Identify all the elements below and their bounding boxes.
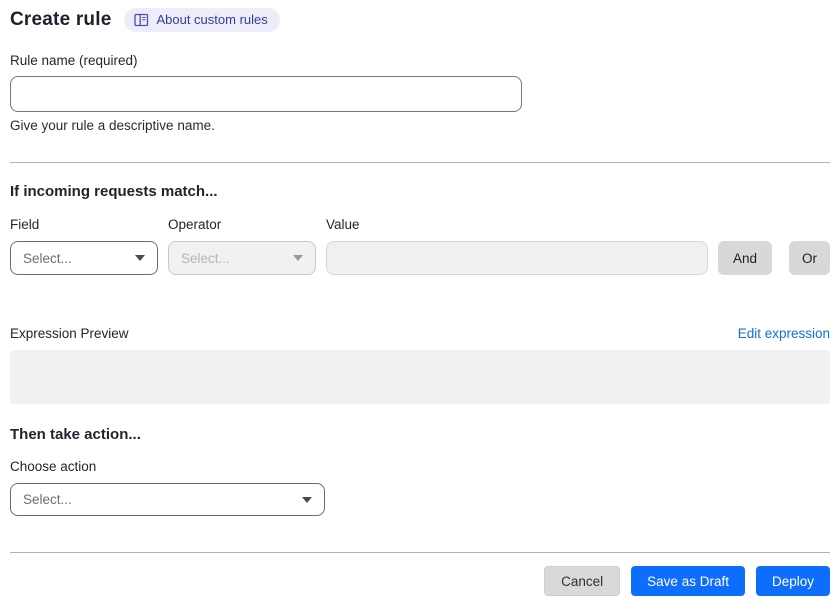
about-custom-rules-link[interactable]: About custom rules bbox=[124, 8, 280, 32]
footer-actions: Cancel Save as Draft Deploy bbox=[10, 566, 830, 596]
and-or-buttons: And Or bbox=[717, 241, 830, 275]
expression-preview-box bbox=[10, 350, 830, 404]
choose-action-value: Select... bbox=[23, 492, 72, 507]
match-section-heading: If incoming requests match... bbox=[10, 183, 218, 200]
value-label: Value bbox=[326, 217, 360, 232]
rule-name-helper: Give your rule a descriptive name. bbox=[10, 118, 215, 133]
value-column: Value bbox=[326, 217, 708, 275]
choose-action-label: Choose action bbox=[10, 459, 97, 474]
rule-name-input[interactable] bbox=[10, 76, 522, 112]
and-button[interactable]: And bbox=[717, 241, 772, 275]
field-label: Field bbox=[10, 217, 40, 232]
action-section-heading: Then take action... bbox=[10, 426, 141, 443]
operator-select-value: Select... bbox=[181, 250, 230, 266]
value-input[interactable] bbox=[326, 241, 708, 275]
section-divider-bottom bbox=[10, 552, 830, 553]
operator-select[interactable]: Select... bbox=[168, 241, 316, 275]
chevron-down-icon bbox=[302, 496, 312, 503]
choose-action-select[interactable]: Select... bbox=[10, 483, 325, 516]
create-rule-page: Create rule About custom rules Rule name… bbox=[0, 0, 839, 596]
page-header: Create rule About custom rules bbox=[10, 8, 830, 32]
chevron-down-icon bbox=[135, 255, 145, 261]
rule-name-section: Rule name (required) Give your rule a de… bbox=[10, 53, 830, 133]
field-select-value: Select... bbox=[23, 250, 72, 266]
expression-preview-label: Expression Preview bbox=[10, 326, 129, 341]
operator-label: Operator bbox=[168, 217, 222, 232]
section-divider-top bbox=[10, 162, 830, 163]
edit-expression-link[interactable]: Edit expression bbox=[738, 326, 830, 341]
cancel-button[interactable]: Cancel bbox=[544, 566, 621, 596]
save-as-draft-button[interactable]: Save as Draft bbox=[631, 566, 745, 596]
operator-column: Operator Select... bbox=[168, 217, 316, 275]
expression-preview-row: Expression Preview Edit expression bbox=[10, 326, 830, 341]
book-icon bbox=[134, 13, 149, 27]
match-condition-row: Field Select... Operator Select... Value… bbox=[10, 217, 830, 275]
or-button[interactable]: Or bbox=[789, 241, 830, 275]
about-link-label: About custom rules bbox=[156, 12, 268, 27]
deploy-button[interactable]: Deploy bbox=[755, 566, 830, 596]
chevron-down-icon bbox=[293, 255, 303, 261]
field-select[interactable]: Select... bbox=[10, 241, 158, 275]
field-column: Field Select... bbox=[10, 217, 158, 275]
rule-name-label: Rule name (required) bbox=[10, 53, 138, 68]
page-title: Create rule bbox=[10, 9, 112, 30]
